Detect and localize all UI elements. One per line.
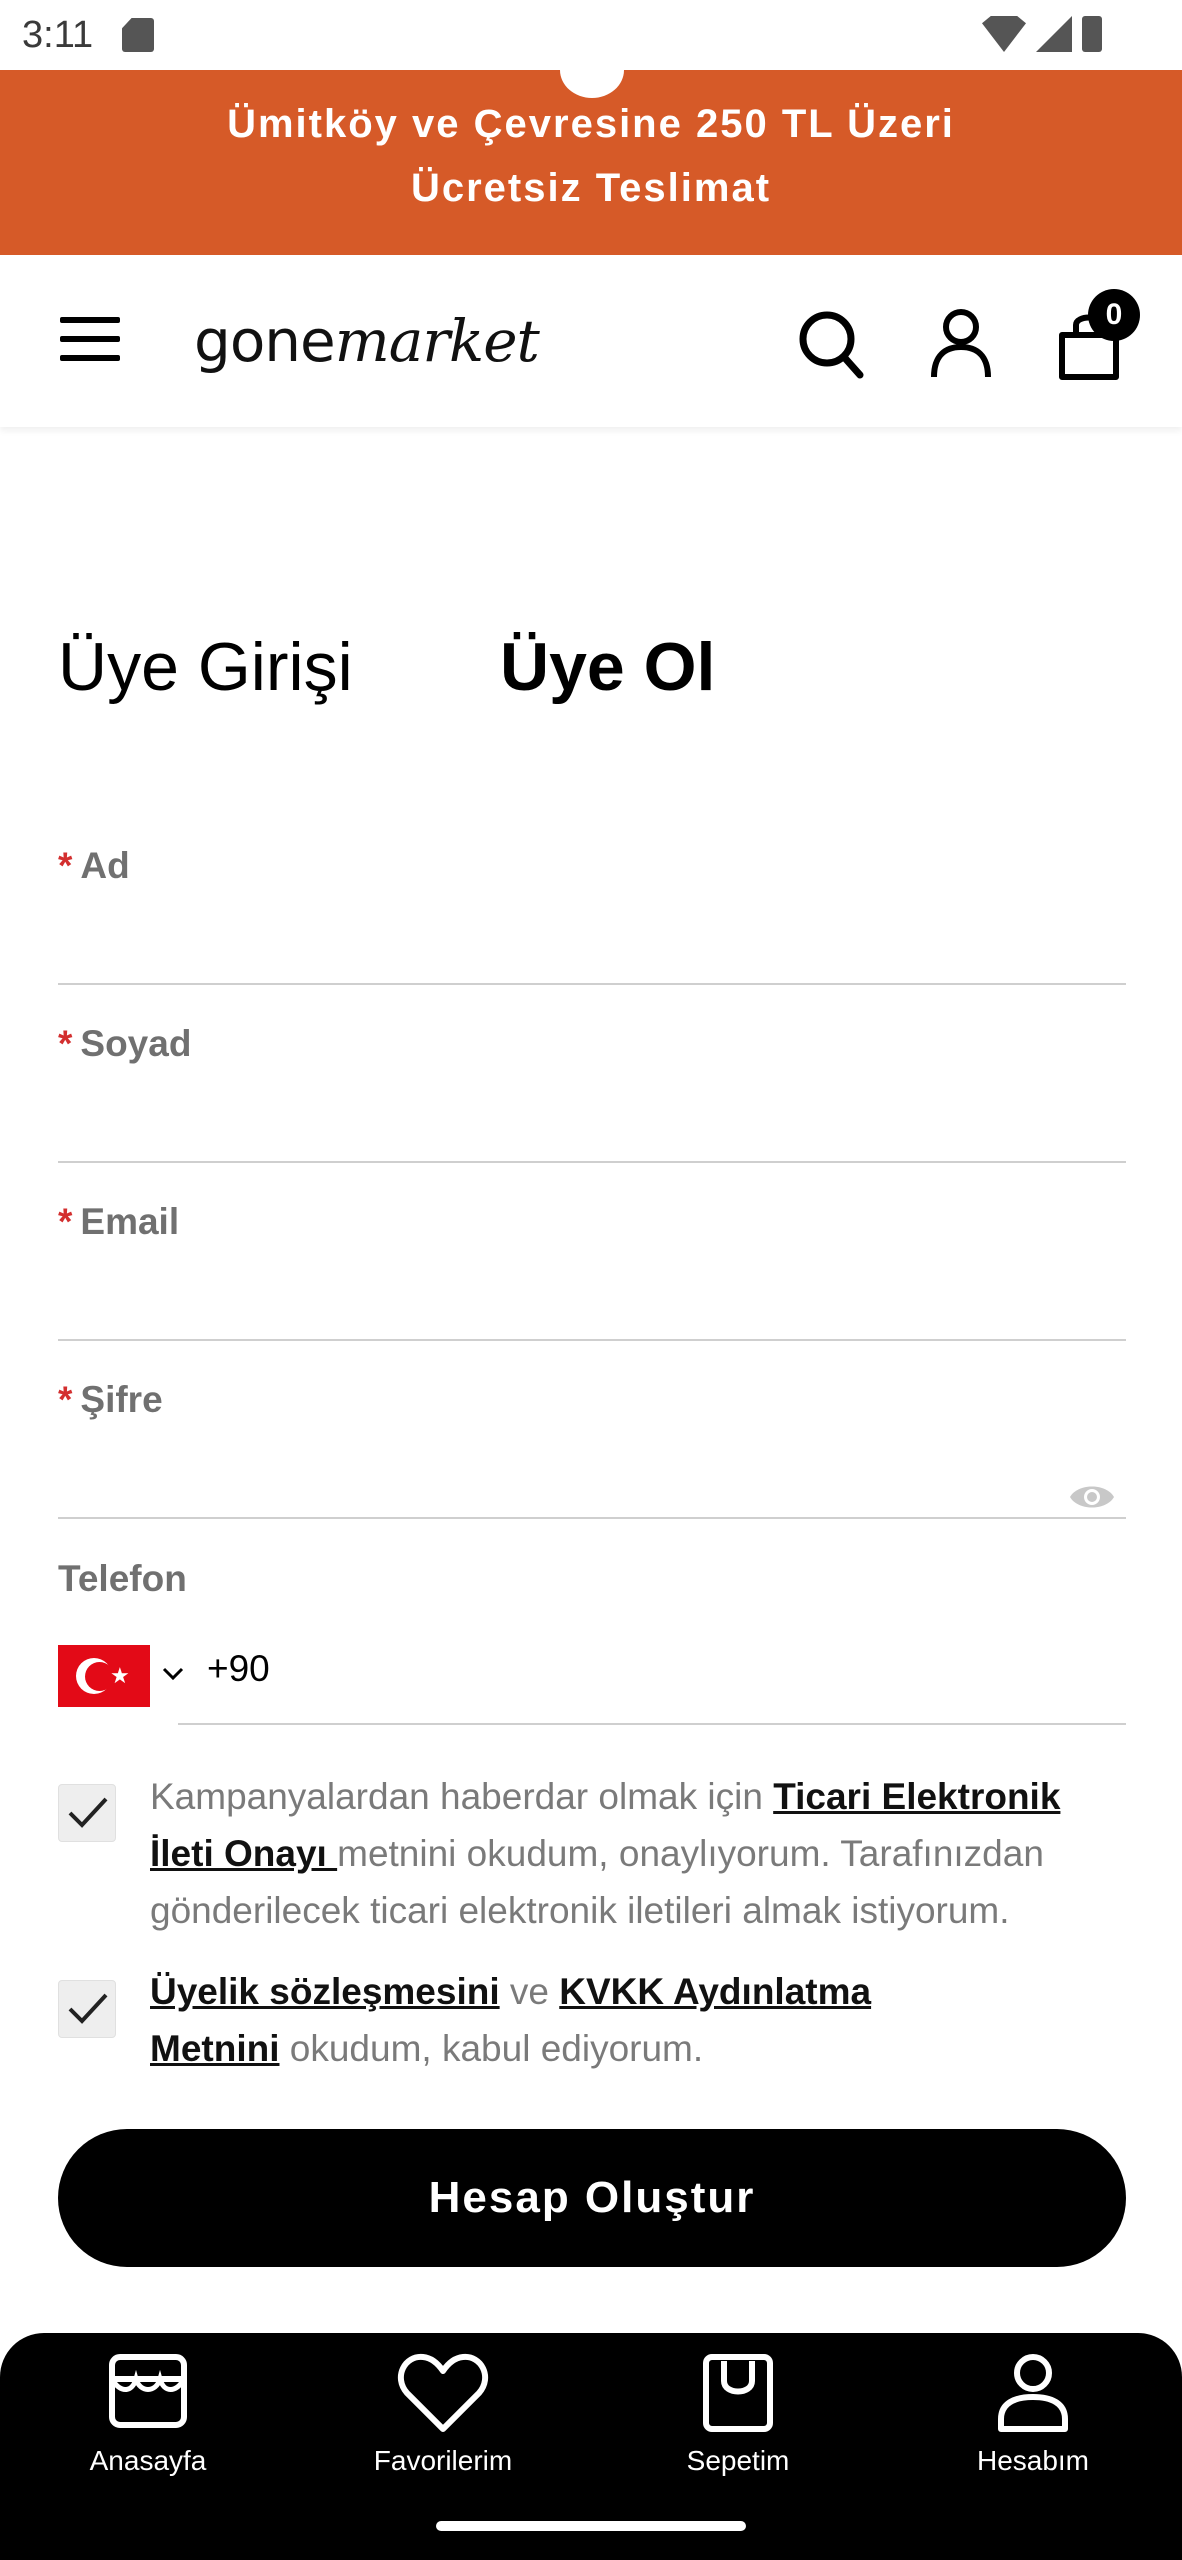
nav-label-home: Anasayfa [89,2445,207,2476]
phone-input-underline[interactable] [178,1723,1126,1725]
promo-line-1: Ümitköy ve Çevresine 250 TL Üzeri [227,102,955,146]
heart-icon [397,2353,489,2432]
email-label: Email [80,1201,180,1242]
last-name-field: * Soyad [58,1023,1126,1201]
consent-marketing-prefix: Kampanyalardan haberdar olmak için [150,1776,774,1817]
logo-part-gone: gone [194,307,336,375]
account-icon[interactable] [926,305,996,381]
nav-item-cart[interactable]: Sepetim [608,2333,868,2533]
turkey-flag-icon[interactable]: ★ [58,1645,150,1707]
camera-notch [560,42,624,98]
last-name-input[interactable] [58,1083,1126,1163]
signal-icon [1036,16,1072,52]
check-icon [68,1797,108,1828]
tab-login[interactable]: Üye Girişi [58,628,353,706]
show-password-eye-icon[interactable] [1068,1479,1116,1515]
email-input[interactable] [58,1261,1126,1341]
shopping-bag-icon [703,2354,773,2432]
promo-banner: Ümitköy ve Çevresine 250 TL Üzeri Ücrets… [0,42,1182,255]
nav-item-home[interactable]: Anasayfa [18,2333,278,2533]
search-icon[interactable] [796,305,866,381]
promo-line-2: Ücretsiz Teslimat [410,166,772,210]
first-name-label: Ad [80,845,130,886]
cart-count-badge: 0 [1088,289,1140,341]
first-name-input[interactable] [58,905,1126,985]
sd-card-icon [122,18,154,52]
consent-terms-checkbox[interactable] [58,1980,116,2038]
battery-icon [1082,16,1102,52]
nav-label-cart: Sepetim [686,2445,790,2476]
tab-register[interactable]: Üye Ol [500,628,715,706]
password-label: Şifre [80,1379,163,1420]
consent-marketing-text: Kampanyalardan haberdar olmak için Ticar… [150,1768,1130,1939]
site-header: gonemarket 0 [0,255,1182,427]
consent-marketing-checkbox[interactable] [58,1784,116,1842]
required-mark: * [58,845,73,886]
nav-item-favorites[interactable]: Favorilerim [313,2333,573,2533]
consent-terms-text: Üyelik sözleşmesini ve KVKK Aydınlatma M… [150,1963,950,2077]
email-field: * Email [58,1201,1126,1379]
first-name-field: * Ad [58,845,1126,1023]
logo[interactable]: gonemarket [194,307,540,375]
nav-label-favorites: Favorilerim [373,2445,513,2476]
status-icons [982,16,1102,52]
wifi-icon [982,16,1026,52]
phone-country-code[interactable]: +90 [207,1648,270,1690]
last-name-label: Soyad [80,1023,192,1064]
hamburger-menu-icon[interactable] [60,317,120,367]
create-account-button[interactable]: Hesap Oluştur [58,2129,1126,2267]
consent-terms-suffix: okudum, kabul ediyorum. [279,2028,704,2069]
nav-item-account[interactable]: Hesabım [903,2333,1163,2533]
check-icon [68,1993,108,2024]
consent-terms-conjunction: ve [499,1971,560,2012]
phone-label: Telefon [58,1558,187,1599]
required-mark: * [58,1201,73,1242]
password-input[interactable] [58,1439,1126,1519]
required-mark: * [58,1023,73,1064]
nav-label-account: Hesabım [976,2445,1090,2476]
logo-part-market: market [334,307,540,375]
store-icon [109,2354,187,2428]
home-indicator[interactable] [436,2521,746,2531]
user-icon [998,2354,1068,2432]
membership-agreement-link[interactable]: Üyelik sözleşmesini [150,1971,500,2012]
required-mark: * [58,1379,73,1420]
status-time: 3:11 [22,14,94,56]
password-field: * Şifre [58,1379,1126,1557]
chevron-down-icon[interactable] [160,1664,186,1684]
